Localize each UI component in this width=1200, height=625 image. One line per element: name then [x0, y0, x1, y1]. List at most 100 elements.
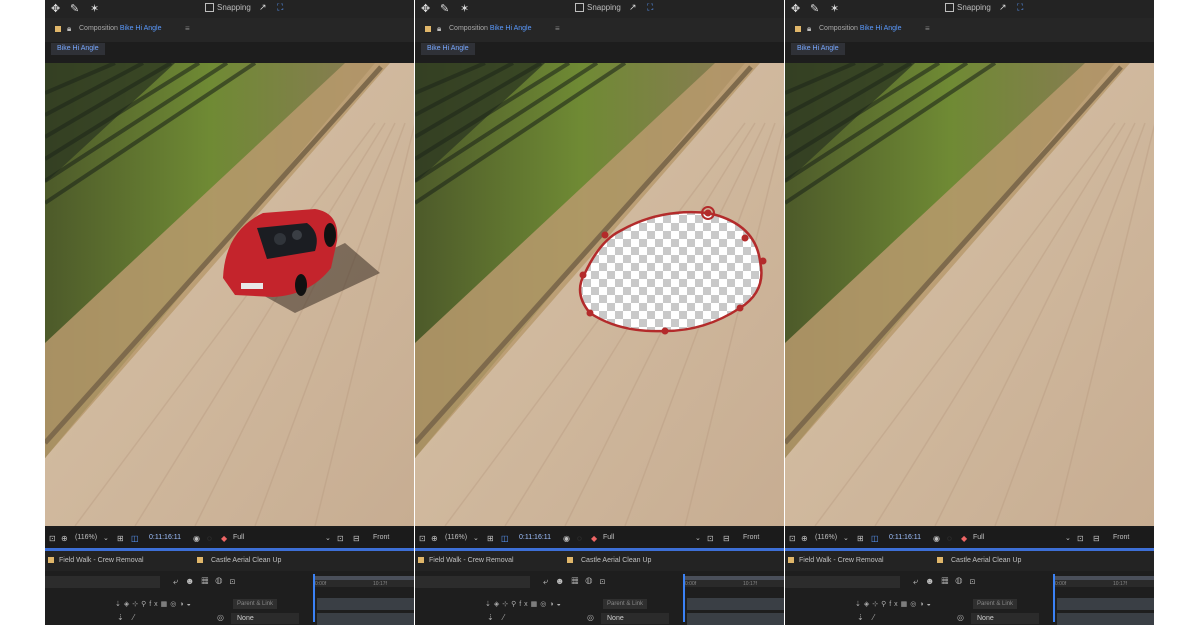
work-area-bar[interactable] — [683, 576, 784, 580]
layer-switch-icons[interactable]: ⇣◈⊹⚲fx▦◎◑◒ — [485, 600, 564, 608]
snapping-toggle[interactable]: Snapping — [945, 3, 991, 12]
puppet-tool-icon[interactable]: ✥ — [51, 2, 60, 15]
shy-icon[interactable]: ☻ — [555, 576, 571, 586]
pin-tool-icon[interactable]: ✶ — [830, 2, 839, 15]
composition-tab[interactable]: Bike Hi Angle — [791, 43, 845, 55]
layer-search-input[interactable] — [415, 576, 530, 588]
layer-search-input[interactable] — [785, 576, 900, 588]
tab-field-walk[interactable]: Field Walk - Crew Removal — [59, 557, 144, 564]
puppet-tool-icon[interactable]: ✥ — [421, 2, 430, 15]
motion-blur-icon[interactable]: ◍ — [955, 576, 969, 586]
fast-previews-icon[interactable]: ⊡ — [337, 534, 344, 543]
composition-tab[interactable]: Bike Hi Angle — [421, 43, 475, 55]
parent-dropdown[interactable]: None — [601, 613, 669, 624]
tab-castle-aerial[interactable]: Castle Aerial Clean Up — [581, 557, 651, 564]
playhead[interactable] — [313, 574, 315, 622]
fast-previews-icon[interactable]: ⊡ — [707, 534, 714, 543]
layer-duration-bar[interactable] — [317, 598, 414, 610]
zoom-dropdown[interactable]: (116%) — [815, 534, 837, 541]
pin-tool-icon[interactable]: ✶ — [90, 2, 99, 15]
layer-shy-icon[interactable]: ⇣ — [117, 613, 124, 622]
snapshot-icon[interactable]: ◉ — [563, 534, 570, 543]
region-of-interest-icon[interactable]: ⊕ — [801, 534, 808, 543]
time-ruler[interactable]: 0:00f 10:17f — [683, 576, 784, 587]
snapping-checkbox[interactable] — [575, 3, 584, 12]
channel-icon[interactable]: ◆ — [961, 534, 967, 543]
puppet-tool-icon[interactable]: ✥ — [791, 2, 800, 15]
snapping-toggle[interactable]: Snapping — [575, 3, 621, 12]
snapping-toggle[interactable]: Snapping — [205, 3, 251, 12]
roto-brush-icon[interactable]: ✎ — [70, 2, 79, 15]
composition-viewer[interactable] — [415, 63, 784, 526]
chevron-down-icon[interactable]: ⌄ — [103, 534, 109, 542]
resolution-dropdown[interactable]: Full — [233, 534, 244, 541]
graph-editor-icon[interactable]: ⊡ — [229, 576, 242, 586]
snap-align-icon[interactable]: ↗ — [999, 2, 1007, 13]
roto-brush-icon[interactable]: ✎ — [440, 2, 449, 15]
chevron-down-icon[interactable]: ⌄ — [843, 534, 849, 542]
composition-viewer[interactable] — [785, 63, 1154, 526]
resolution-dropdown[interactable]: Full — [603, 534, 614, 541]
show-snapshot-icon[interactable]: ◌ — [947, 534, 952, 543]
always-preview-icon[interactable]: ⊡ — [419, 534, 426, 543]
panel-menu-icon[interactable]: ≡ — [925, 24, 930, 33]
snap-grid-icon[interactable]: ⛶ — [647, 2, 653, 13]
snap-grid-icon[interactable]: ⛶ — [277, 2, 283, 13]
resolution-dropdown[interactable]: Full — [973, 534, 984, 541]
snapshot-icon[interactable]: ◉ — [933, 534, 940, 543]
layer-duration-bar[interactable] — [317, 613, 414, 625]
motion-blur-icon[interactable]: ◍ — [585, 576, 599, 586]
frame-blend-icon[interactable]: ▦ — [942, 576, 956, 586]
region-of-interest-icon[interactable]: ⊕ — [431, 534, 438, 543]
show-snapshot-icon[interactable]: ◌ — [577, 534, 582, 543]
layer-quality-icon[interactable]: ⁄ — [873, 613, 874, 622]
layer-duration-bar[interactable] — [687, 598, 784, 610]
motion-blur-icon[interactable]: ◍ — [215, 576, 229, 586]
region-of-interest-icon[interactable]: ⊕ — [61, 534, 68, 543]
layer-duration-bar[interactable] — [1057, 598, 1154, 610]
lock-icon[interactable]: 🔒︎ — [807, 24, 811, 34]
snapshot-icon[interactable]: ◉ — [193, 534, 200, 543]
layer-duration-bar[interactable] — [687, 613, 784, 625]
work-area-bar[interactable] — [313, 576, 414, 580]
pin-tool-icon[interactable]: ✶ — [460, 2, 469, 15]
composition-name[interactable]: Bike Hi Angle — [860, 25, 902, 32]
zoom-dropdown[interactable]: (116%) — [75, 534, 97, 541]
show-snapshot-icon[interactable]: ◌ — [207, 534, 212, 543]
transparency-grid-icon[interactable]: ⊟ — [723, 534, 730, 543]
parent-dropdown[interactable]: None — [971, 613, 1039, 624]
playhead[interactable] — [1053, 574, 1055, 622]
snap-grid-icon[interactable]: ⛶ — [1017, 2, 1023, 13]
always-preview-icon[interactable]: ⊡ — [789, 534, 796, 543]
snap-align-icon[interactable]: ↗ — [259, 2, 267, 13]
chevron-down-icon[interactable]: ⌄ — [695, 534, 701, 542]
roto-brush-icon[interactable]: ✎ — [810, 2, 819, 15]
work-area-bar[interactable] — [1053, 576, 1154, 580]
pick-whip-icon[interactable]: ◎ — [217, 613, 224, 622]
always-preview-icon[interactable]: ⊡ — [49, 534, 56, 543]
grid-icon[interactable]: ⊞ — [117, 534, 124, 543]
snapping-checkbox[interactable] — [945, 3, 954, 12]
shy-icon[interactable]: ☻ — [185, 576, 201, 586]
layer-duration-bar[interactable] — [1057, 613, 1154, 625]
draft-3d-icon[interactable]: ⤶ — [543, 576, 555, 586]
lock-icon[interactable]: 🔒︎ — [437, 24, 441, 34]
layer-search-input[interactable] — [45, 576, 160, 588]
frame-blend-icon[interactable]: ▦ — [572, 576, 586, 586]
tab-castle-aerial[interactable]: Castle Aerial Clean Up — [211, 557, 281, 564]
mask-visibility-icon[interactable]: ◫ — [501, 534, 509, 543]
tab-castle-aerial[interactable]: Castle Aerial Clean Up — [951, 557, 1021, 564]
channel-icon[interactable]: ◆ — [591, 534, 597, 543]
layer-shy-icon[interactable]: ⇣ — [487, 613, 494, 622]
graph-editor-icon[interactable]: ⊡ — [599, 576, 612, 586]
snap-align-icon[interactable]: ↗ — [629, 2, 637, 13]
layer-quality-icon[interactable]: ⁄ — [503, 613, 504, 622]
pick-whip-icon[interactable]: ◎ — [587, 613, 594, 622]
composition-tab[interactable]: Bike Hi Angle — [51, 43, 105, 55]
draft-3d-icon[interactable]: ⤶ — [173, 576, 185, 586]
current-time[interactable]: 0:11:16:11 — [889, 534, 921, 541]
draft-3d-icon[interactable]: ⤶ — [913, 576, 925, 586]
fast-previews-icon[interactable]: ⊡ — [1077, 534, 1084, 543]
zoom-dropdown[interactable]: (116%) — [445, 534, 467, 541]
composition-viewer[interactable] — [45, 63, 414, 526]
